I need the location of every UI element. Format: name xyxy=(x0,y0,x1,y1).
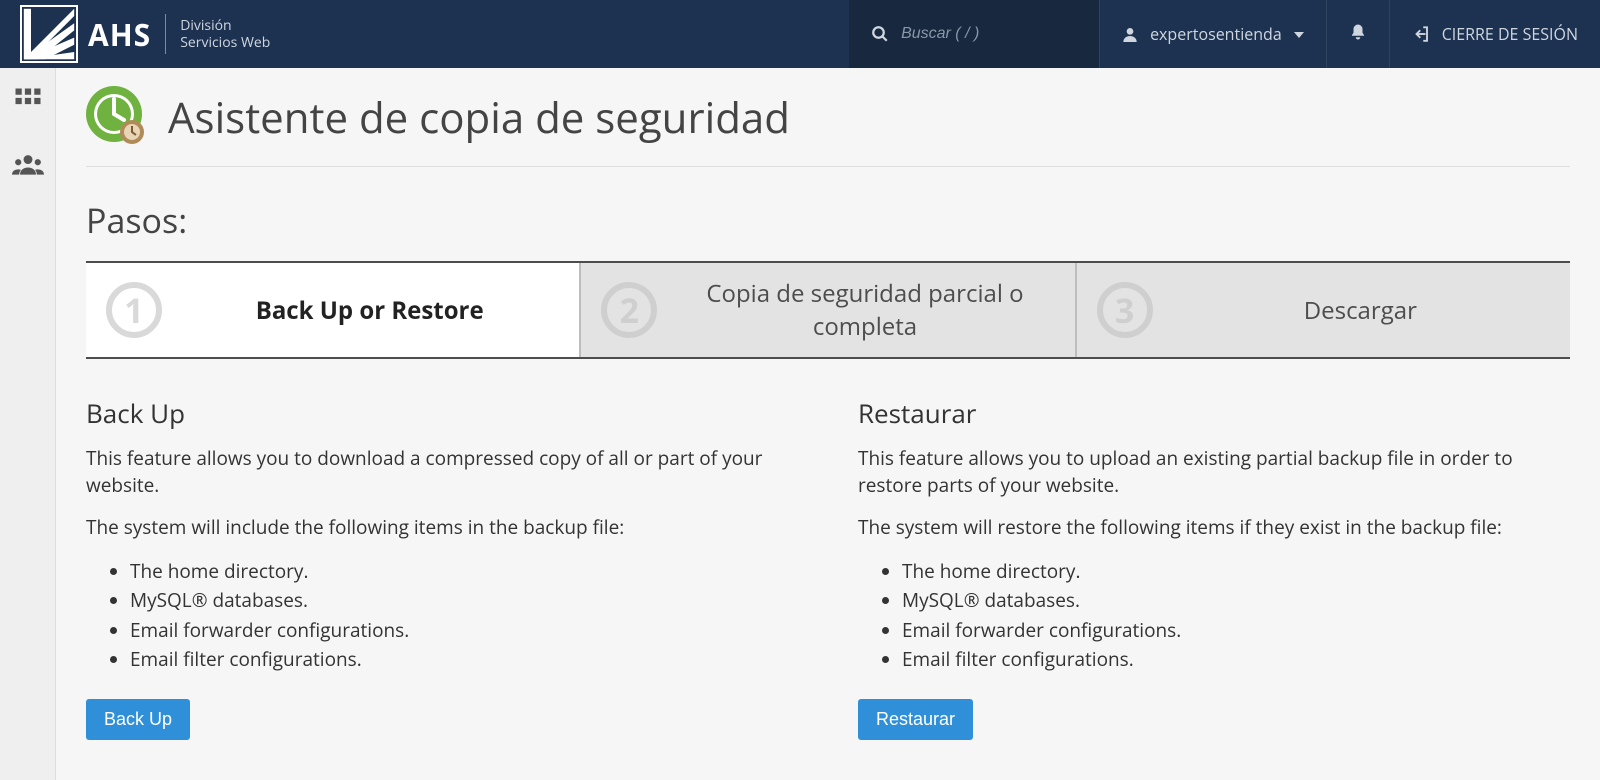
restore-list-intro: The system will restore the following it… xyxy=(858,514,1570,541)
logout-icon xyxy=(1412,25,1430,43)
chevron-down-icon xyxy=(1294,23,1304,45)
users-button[interactable] xyxy=(12,151,44,182)
search-box[interactable] xyxy=(849,0,1099,68)
page-header: Asistente de copia de seguridad xyxy=(86,86,1570,167)
steps-heading: Pasos: xyxy=(86,197,1570,243)
backup-items-list: The home directory. MySQL® databases. Em… xyxy=(130,557,798,675)
step-tab-3[interactable]: 3 Descargar xyxy=(1077,263,1570,357)
backup-list-intro: The system will include the following it… xyxy=(86,514,798,541)
step-tab-1[interactable]: 1 Back Up or Restore xyxy=(86,263,581,357)
list-item: The home directory. xyxy=(902,557,1570,586)
user-menu[interactable]: expertosentienda xyxy=(1100,0,1326,68)
list-item: The home directory. xyxy=(130,557,798,586)
page-title: Asistente de copia de seguridad xyxy=(168,89,790,146)
list-item: MySQL® databases. xyxy=(902,586,1570,615)
top-navbar: AHS División Servicios Web expertosentie… xyxy=(0,0,1600,68)
step-tab-2[interactable]: 2 Copia de seguridad parcial o completa xyxy=(581,263,1076,357)
list-item: Email filter configurations. xyxy=(130,645,798,674)
step-label: Descargar xyxy=(1171,294,1550,327)
left-sidebar xyxy=(0,68,56,780)
list-item: Email forwarder configurations. xyxy=(130,616,798,645)
step-number-icon: 3 xyxy=(1097,282,1153,338)
bell-icon xyxy=(1349,22,1367,47)
list-item: Email forwarder configurations. xyxy=(902,616,1570,645)
restore-button[interactable]: Restaurar xyxy=(858,699,973,740)
steps-tabs: 1 Back Up or Restore 2 Copia de segurida… xyxy=(86,261,1570,359)
backup-button[interactable]: Back Up xyxy=(86,699,190,740)
user-name: expertosentienda xyxy=(1150,23,1282,45)
restore-description: This feature allows you to upload an exi… xyxy=(858,445,1570,498)
brand[interactable]: AHS División Servicios Web xyxy=(0,0,290,68)
backup-column: Back Up This feature allows you to downl… xyxy=(86,395,798,740)
restore-column: Restaurar This feature allows you to upl… xyxy=(858,395,1570,740)
backup-description: This feature allows you to download a co… xyxy=(86,445,798,498)
restore-heading: Restaurar xyxy=(858,395,1570,431)
restore-items-list: The home directory. MySQL® databases. Em… xyxy=(902,557,1570,675)
list-item: MySQL® databases. xyxy=(130,586,798,615)
brand-divider xyxy=(165,14,166,54)
brand-sub-line1: División xyxy=(180,17,270,35)
apps-grid-button[interactable] xyxy=(13,86,43,121)
notifications-button[interactable] xyxy=(1327,0,1389,68)
backup-heading: Back Up xyxy=(86,395,798,431)
brand-logo-icon xyxy=(20,5,78,63)
user-icon xyxy=(1122,26,1138,42)
step-number-icon: 2 xyxy=(601,282,657,338)
brand-name: AHS xyxy=(88,14,151,55)
search-input[interactable] xyxy=(901,25,1077,43)
search-icon xyxy=(871,25,889,43)
logout-label: CIERRE DE SESIÓN xyxy=(1442,23,1578,45)
main-content: Asistente de copia de seguridad Pasos: 1… xyxy=(56,68,1600,780)
step-number-icon: 1 xyxy=(106,282,162,338)
logout-button[interactable]: CIERRE DE SESIÓN xyxy=(1390,0,1600,68)
list-item: Email filter configurations. xyxy=(902,645,1570,674)
backup-wizard-icon xyxy=(86,86,148,148)
step-label: Back Up or Restore xyxy=(180,294,559,327)
brand-subtitle: División Servicios Web xyxy=(180,17,270,52)
step-label: Copia de seguridad parcial o completa xyxy=(675,277,1054,343)
brand-sub-line2: Servicios Web xyxy=(180,34,270,52)
